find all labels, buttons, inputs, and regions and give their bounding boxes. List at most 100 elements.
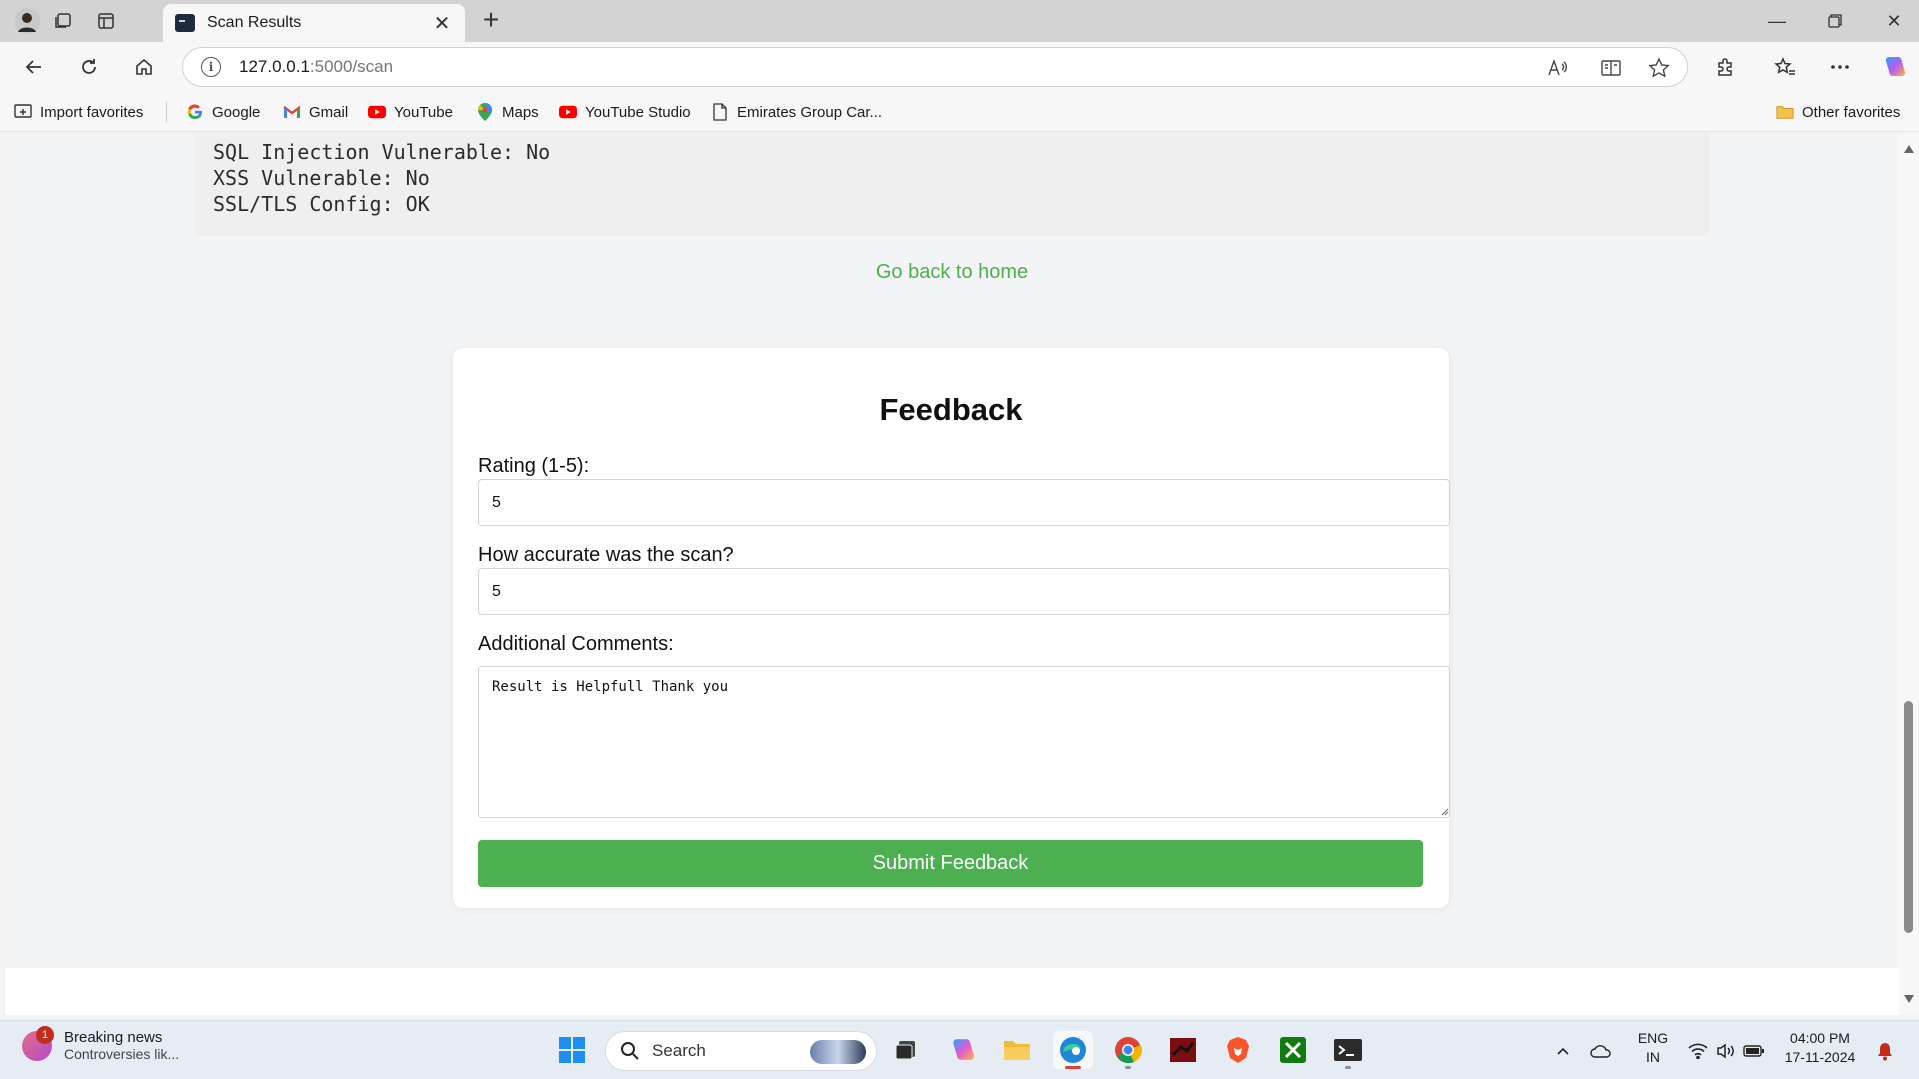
favorite-gmail[interactable]: Gmail [283, 101, 348, 123]
navigation-bar: i 127.0.0.1:5000/scan [0, 42, 1919, 92]
back-arrow-icon[interactable] [16, 50, 52, 84]
clock-date: 17-11-2024 [1784, 1049, 1856, 1065]
rating-label: Rating (1-5): [478, 455, 590, 477]
scroll-down-arrow-icon[interactable] [1904, 995, 1914, 1003]
battery-icon[interactable] [1742, 1039, 1766, 1063]
go-back-home-link[interactable]: Go back to home [5, 261, 1899, 284]
running-indicator [1125, 1066, 1131, 1069]
wifi-icon[interactable] [1686, 1039, 1710, 1063]
favorites-divider [166, 102, 167, 122]
resize-grip-icon[interactable] [1439, 806, 1449, 816]
clock[interactable]: 04:00 PM 17-11-2024 [1780, 1029, 1860, 1067]
page-viewport: SQL Injection Vulnerable: No XSS Vulnera… [5, 133, 1899, 1015]
google-icon [186, 103, 204, 121]
favorite-star-icon[interactable] [1644, 54, 1674, 82]
close-window-icon[interactable]: ✕ [1871, 4, 1917, 38]
comments-label: Additional Comments: [478, 633, 674, 655]
more-options-icon[interactable] [1822, 50, 1858, 84]
refresh-icon[interactable] [71, 50, 107, 84]
task-view-icon[interactable] [887, 1031, 927, 1069]
edge-browser-icon[interactable] [1053, 1031, 1093, 1069]
favorite-label: Import favorites [40, 103, 144, 121]
show-hidden-icons-chevron-icon[interactable] [1551, 1039, 1575, 1063]
extensions-icon[interactable] [1707, 50, 1743, 84]
language-indicator[interactable]: ENG IN [1633, 1029, 1673, 1067]
favorite-maps[interactable]: Maps [476, 101, 539, 123]
scrollbar-thumb[interactable] [1904, 701, 1913, 933]
site-info-icon[interactable]: i [201, 57, 221, 77]
language-code: ENG [1637, 1030, 1669, 1046]
favorite-youtube-studio[interactable]: YouTube Studio [559, 101, 691, 123]
restore-icon[interactable] [1812, 4, 1858, 38]
result-line-xss: XSS Vulnerable: No [213, 166, 430, 190]
terminal-favicon-icon [175, 14, 195, 32]
new-tab-button[interactable]: + [475, 6, 507, 36]
accuracy-input[interactable] [478, 568, 1450, 615]
vertical-tabs-icon[interactable] [91, 6, 121, 36]
result-line-sql: SQL Injection Vulnerable: No [213, 140, 551, 164]
scroll-up-arrow-icon[interactable] [1904, 145, 1914, 153]
page-body: SQL Injection Vulnerable: No XSS Vulnera… [5, 133, 1899, 968]
tab-scan-results[interactable]: Scan Results ✕ [163, 4, 465, 42]
favorite-label: Maps [502, 103, 539, 121]
start-button[interactable] [552, 1031, 592, 1069]
document-icon [711, 103, 729, 121]
notification-bell-icon[interactable] [1873, 1039, 1897, 1063]
youtube-icon [368, 103, 386, 121]
copilot-icon[interactable] [1876, 50, 1912, 84]
favorite-label: YouTube Studio [585, 103, 691, 121]
brave-icon[interactable] [1218, 1031, 1258, 1069]
search-icon [621, 1042, 639, 1060]
file-explorer-icon[interactable] [997, 1031, 1037, 1069]
feedback-title: Feedback [879, 392, 1023, 427]
onedrive-status-icon[interactable] [1589, 1039, 1613, 1063]
favorites-bar: Import favorites Google Gmail YouTube Ma… [0, 92, 1919, 132]
other-favorites[interactable]: Other favorites [1776, 101, 1900, 123]
rating-input[interactable] [478, 479, 1450, 526]
result-line-ssl: SSL/TLS Config: OK [213, 192, 430, 216]
tab-strip: Scan Results ✕ + ― ✕ [0, 0, 1919, 42]
chrome-icon[interactable] [1108, 1031, 1148, 1069]
active-indicator [1065, 1066, 1081, 1069]
terminal-icon[interactable] [1328, 1031, 1368, 1069]
taskbar-search[interactable]: Search [605, 1031, 877, 1071]
favorite-label: Gmail [309, 103, 349, 121]
immersive-reader-icon[interactable] [1596, 54, 1626, 82]
news-widget[interactable]: 1 Breaking news Controversies lik... [22, 1025, 180, 1062]
profile-avatar-icon[interactable] [12, 6, 42, 36]
news-badge: 1 [36, 1025, 54, 1044]
comments-textarea[interactable]: Result is Helpfull Thank you [478, 666, 1450, 818]
feedback-card: Feedback Rating (1-5): How accurate was … [453, 348, 1450, 908]
favorite-label: Emirates Group Car... [737, 103, 883, 121]
favorites-icon[interactable] [1767, 50, 1803, 84]
accuracy-label: How accurate was the scan? [478, 544, 734, 566]
favorite-label: Google [212, 103, 261, 121]
favorites-import[interactable]: Import favorites [14, 101, 143, 123]
news-subtitle: Controversies lik... [64, 1046, 180, 1062]
favorite-google[interactable]: Google [186, 101, 260, 123]
submit-feedback-button[interactable]: Submit Feedback [478, 840, 1423, 887]
red-app-icon[interactable] [1163, 1031, 1203, 1069]
youtube-studio-icon [559, 103, 577, 121]
home-icon[interactable] [126, 50, 162, 84]
news-title: Breaking news [64, 1029, 163, 1046]
search-highlight-icon [810, 1040, 866, 1064]
favorite-label: Other favorites [1802, 103, 1901, 121]
running-indicator [1345, 1066, 1351, 1069]
news-widget-icon: 1 [22, 1025, 54, 1061]
xbox-icon[interactable] [1273, 1031, 1313, 1069]
minimize-icon[interactable]: ― [1754, 4, 1800, 38]
favorite-emirates[interactable]: Emirates Group Car... [711, 101, 882, 123]
read-aloud-icon[interactable] [1543, 54, 1573, 82]
close-tab-icon[interactable]: ✕ [431, 11, 453, 36]
favorite-youtube[interactable]: YouTube [368, 101, 453, 123]
tab-title: Scan Results [207, 14, 302, 31]
workspaces-icon[interactable] [48, 6, 78, 36]
region-code: IN [1646, 1049, 1660, 1065]
folder-icon [1776, 103, 1794, 121]
page-scrollbar[interactable] [1899, 133, 1919, 1015]
address-bar[interactable]: i 127.0.0.1:5000/scan [182, 47, 1688, 87]
search-label: Search [652, 1041, 706, 1060]
copilot-app-icon[interactable] [942, 1031, 982, 1069]
volume-icon[interactable] [1714, 1039, 1738, 1063]
